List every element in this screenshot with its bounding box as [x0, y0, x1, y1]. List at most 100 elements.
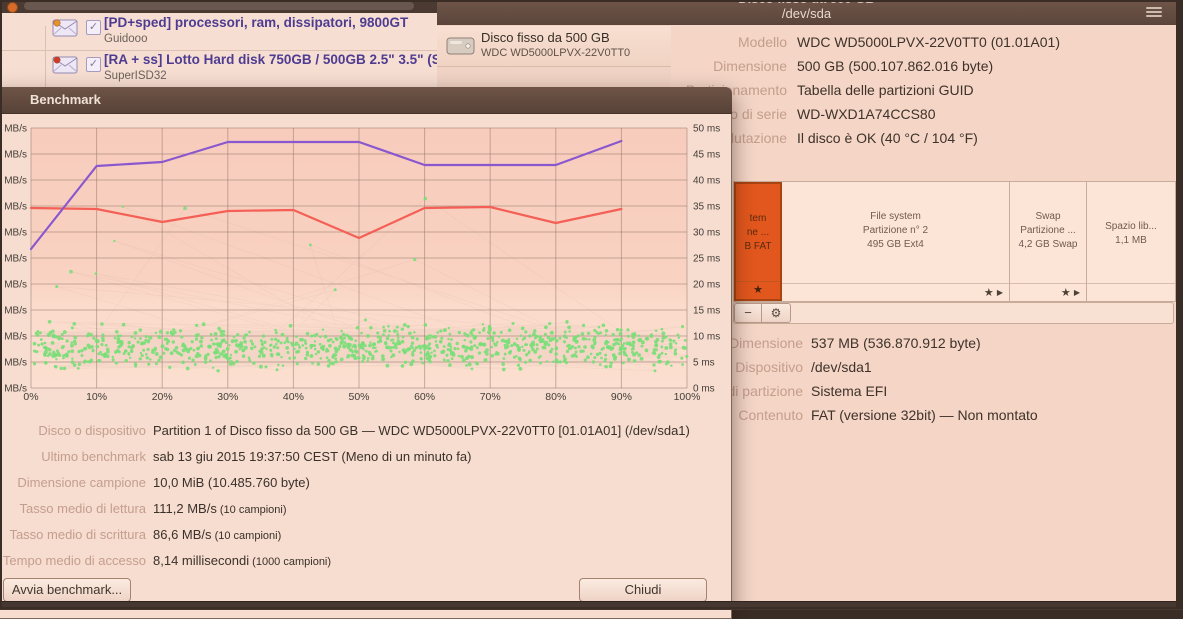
detail-value: 8,14 millisecondi (1000 campioni) — [153, 553, 332, 568]
detail-label: Dimensione campione — [17, 475, 146, 490]
svg-text:35 ms: 35 ms — [693, 202, 720, 213]
disks-titlebar: Disco fisso da 500 GB /dev/sda — [437, 0, 1176, 26]
svg-text:10%: 10% — [86, 391, 107, 403]
detail-label: Tasso medio di scrittura — [9, 527, 146, 542]
sidebar-item-disk[interactable]: Disco fisso da 500 GB WDC WD5000LPVX-22V… — [437, 26, 671, 67]
detail-note: (1000 campioni) — [249, 556, 332, 568]
svg-text:45 ms: 45 ms — [693, 150, 720, 161]
svg-text:52 MB/s: 52 MB/s — [0, 280, 27, 291]
detail-label: Disco o dispositivo — [38, 423, 146, 438]
play-icon: ▶ — [1073, 288, 1080, 297]
volume-info-row: Contenuto FAT (versione 32bit) — Non mont… — [671, 403, 1176, 427]
info-value: Tabella delle partizioni GUID — [797, 82, 974, 98]
partition-label: Spazio lib... 1,1 MB — [1105, 221, 1157, 246]
star-icon: ★ — [753, 284, 763, 296]
benchmark-detail-row: Disco o dispositivo Partition 1 of Disco … — [0, 418, 731, 444]
partition-segment[interactable]: Swap Partizione ... 4,2 GB Swap ★ ▶ — [1010, 182, 1087, 301]
svg-text:26 MB/s: 26 MB/s — [0, 332, 27, 343]
svg-text:15 ms: 15 ms — [693, 306, 720, 317]
benchmark-chart: 130 MB/s 117 MB/s 104 MB/s 91 MB/s 78 MB/s 65… — [0, 115, 731, 405]
address-bar[interactable] — [24, 2, 414, 10]
thread-title-link[interactable]: [RA + ss] Lotto Hard disk 750GB / 500GB … — [104, 52, 437, 67]
disk-info-row: Modello WDC WD5000LPVX-22V0TT0 (01.01A01) — [671, 30, 1176, 54]
thread-read-checkbox[interactable]: ✓ — [86, 57, 101, 72]
svg-text:39 MB/s: 39 MB/s — [0, 306, 27, 317]
detail-note: (10 campioni) — [211, 530, 282, 542]
info-value: 500 GB (500.107.862.016 byte) — [797, 58, 994, 74]
benchmark-details: Disco o dispositivo Partition 1 of Disco … — [0, 418, 731, 574]
info-value: FAT (versione 32bit) — Non montato — [811, 407, 1038, 423]
dialog-title: Benchmark — [30, 92, 101, 107]
svg-text:50 ms: 50 ms — [693, 124, 720, 135]
partition-label: tem ne ... B FAT — [744, 213, 772, 252]
detail-label: Ultimo benchmark — [41, 449, 146, 464]
partition-segment[interactable]: Spazio lib... 1,1 MB — [1087, 182, 1175, 301]
partition-flags: ★ — [736, 281, 780, 299]
svg-text:30 ms: 30 ms — [693, 228, 720, 239]
svg-text:25 ms: 25 ms — [693, 254, 720, 265]
svg-text:13 MB/s: 13 MB/s — [0, 358, 27, 369]
info-value: WD-WXD1A74CCS80 — [797, 106, 936, 122]
svg-text:91 MB/s: 91 MB/s — [0, 202, 27, 213]
volume-info-row: Tipo di partizione Sistema EFI — [671, 379, 1176, 403]
partition-flags — [1087, 283, 1175, 301]
svg-text:30%: 30% — [217, 391, 238, 403]
envelope-icon — [52, 18, 78, 38]
detail-value: Partition 1 of Disco fisso da 500 GB — W… — [153, 423, 690, 438]
partition-segment[interactable]: tem ne ... B FAT ★ — [734, 182, 782, 301]
svg-text:78 MB/s: 78 MB/s — [0, 228, 27, 239]
svg-text:50%: 50% — [348, 391, 369, 403]
sidebar-disk-model: WDC WD5000LPVX-22V0TT0 — [481, 47, 631, 59]
close-button[interactable]: Chiudi — [579, 578, 707, 602]
detail-value: sab 13 giu 2015 19:37:50 CEST (Meno di u… — [153, 449, 472, 464]
benchmark-dialog: Benchmark 130 MB/s 117 MB/s 104 MB/s 91 MB/… — [0, 87, 732, 619]
disk-info-row: Dimensione 500 GB (500.107.862.016 byte) — [671, 54, 1176, 78]
svg-text:65 MB/s: 65 MB/s — [0, 254, 27, 265]
volume-info-row: Dimensione 537 MB (536.870.912 byte) — [671, 331, 1176, 355]
thread-read-checkbox[interactable]: ✓ — [86, 20, 101, 35]
star-icon: ★ — [983, 287, 994, 299]
benchmark-detail-row: Tasso medio di lettura 111,2 MB/s (10 cam… — [0, 496, 731, 522]
detail-label: Tempo medio di accesso — [2, 553, 146, 568]
browser-window: ✓ [PD+sped] processori, ram, dissipatori,… — [0, 0, 437, 95]
partition-segment[interactable]: File system Partizione n° 2 495 GB Ext4 ★ ▶ — [782, 182, 1010, 301]
thread-title-link[interactable]: [PD+sped] processori, ram, dissipatori, … — [104, 15, 408, 30]
partition-diagram: tem ne ... B FAT ★ File system Partizione n° … — [733, 181, 1176, 302]
benchmark-titlebar: Benchmark — [0, 87, 732, 114]
svg-text:5 ms: 5 ms — [693, 358, 715, 369]
forum-thread-list: ✓ [PD+sped] processori, ram, dissipatori,… — [0, 13, 437, 95]
svg-text:20 ms: 20 ms — [693, 280, 720, 291]
volumes-toolbar: − ⚙ — [733, 302, 1174, 324]
menu-icon[interactable] — [1146, 7, 1162, 19]
start-benchmark-button[interactable]: Avvia benchmark... — [3, 578, 131, 602]
thread-author: SuperISD32 — [104, 70, 167, 82]
disk-info-row: Partizionamento Tabella delle partizioni … — [671, 78, 1176, 102]
svg-text:90%: 90% — [611, 391, 632, 403]
svg-text:80%: 80% — [545, 391, 566, 403]
svg-text:70%: 70% — [480, 391, 501, 403]
disk-info-row: Numero di serie WD-WXD1A74CCS80 — [671, 102, 1176, 126]
partition-label: File system Partizione n° 2 495 GB Ext4 — [862, 211, 929, 250]
favicon-icon — [7, 2, 18, 13]
info-value: 537 MB (536.870.912 byte) — [811, 335, 981, 351]
volume-info-row: Dispositivo/dev/sda1 — [671, 355, 1176, 379]
sidebar-disk-name: Disco fisso da 500 GB — [481, 30, 610, 45]
svg-text:117 MB/s: 117 MB/s — [0, 150, 27, 161]
detail-note: (10 campioni) — [216, 504, 287, 516]
thread-row[interactable]: ✓ [RA + ss] Lotto Hard disk 750GB / 500GB… — [0, 50, 437, 88]
svg-text:10 ms: 10 ms — [693, 332, 720, 343]
benchmark-detail-row: Tempo medio di accesso 8,14 millisecondi … — [0, 548, 731, 574]
svg-text:0%: 0% — [23, 391, 38, 403]
benchmark-detail-row: Ultimo benchmark sab 13 giu 2015 19:37:50… — [0, 444, 731, 470]
info-value: WDC WD5000LPVX-22V0TT0 (01.01A01) — [797, 34, 1060, 50]
partition-label: Swap Partizione ... 4,2 GB Swap — [1018, 211, 1078, 250]
thread-row[interactable]: ✓ [PD+sped] processori, ram, dissipatori,… — [0, 13, 437, 51]
benchmark-detail-row: Dimensione campione 10,0 MiB (10.485.760 … — [0, 470, 731, 496]
delete-partition-button[interactable]: − — [734, 303, 762, 323]
partition-options-button[interactable]: ⚙ — [761, 303, 791, 323]
star-icon: ★ — [1060, 287, 1071, 299]
svg-text:104 MB/s: 104 MB/s — [0, 176, 27, 187]
detail-label: Tasso medio di lettura — [19, 501, 146, 516]
svg-text:40 ms: 40 ms — [693, 176, 720, 187]
detail-value: 111,2 MB/s (10 campioni) — [153, 501, 287, 516]
